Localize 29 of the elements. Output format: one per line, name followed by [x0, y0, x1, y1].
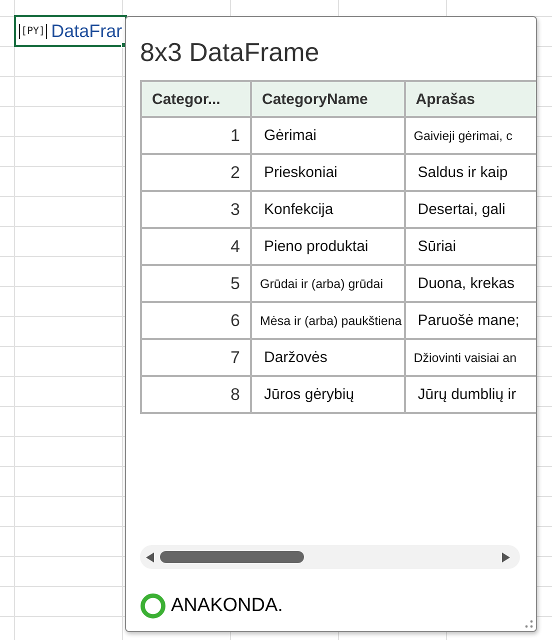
- table-cell: 7: [141, 339, 251, 376]
- table-cell: 6: [141, 302, 251, 339]
- table-cell: Jūros gėrybių: [251, 376, 405, 413]
- resize-grip-icon[interactable]: [525, 620, 533, 628]
- table-cell: 8: [141, 376, 251, 413]
- table-cell: Konfekcija: [251, 191, 405, 228]
- horizontal-scrollbar[interactable]: [140, 545, 520, 569]
- selected-cell[interactable]: [PY] DataFrar: [14, 15, 127, 47]
- column-header: Aprašas: [404, 81, 536, 117]
- ring-logo-icon: [140, 593, 166, 619]
- table-cell: 1: [141, 117, 251, 154]
- scrollbar-thumb[interactable]: [160, 551, 304, 563]
- scroll-right-icon[interactable]: [502, 552, 510, 562]
- table-cell: 2: [141, 154, 251, 191]
- scroll-left-icon[interactable]: [146, 552, 154, 562]
- table-cell: Prieskoniai: [251, 154, 405, 191]
- table-cell: 4: [141, 228, 251, 265]
- table-cell: Mėsa ir (arba) paukštiena: [251, 302, 405, 339]
- column-header: Categor...: [141, 81, 251, 117]
- table-cell: Pieno produktai: [251, 228, 405, 265]
- table-cell: Grūdai ir (arba) grūdai: [251, 265, 405, 302]
- table-cell: 3: [141, 191, 251, 228]
- table-cell: Daržovės: [251, 339, 405, 376]
- python-badge: [PY]: [19, 24, 48, 38]
- card-title: 8x3 DataFrame: [140, 37, 320, 68]
- table-cell: Gėrimai: [251, 117, 405, 154]
- table-cell: 5: [141, 265, 251, 302]
- brand-label: ANAKONDA.: [171, 595, 283, 617]
- column-header: CategoryName: [251, 81, 405, 117]
